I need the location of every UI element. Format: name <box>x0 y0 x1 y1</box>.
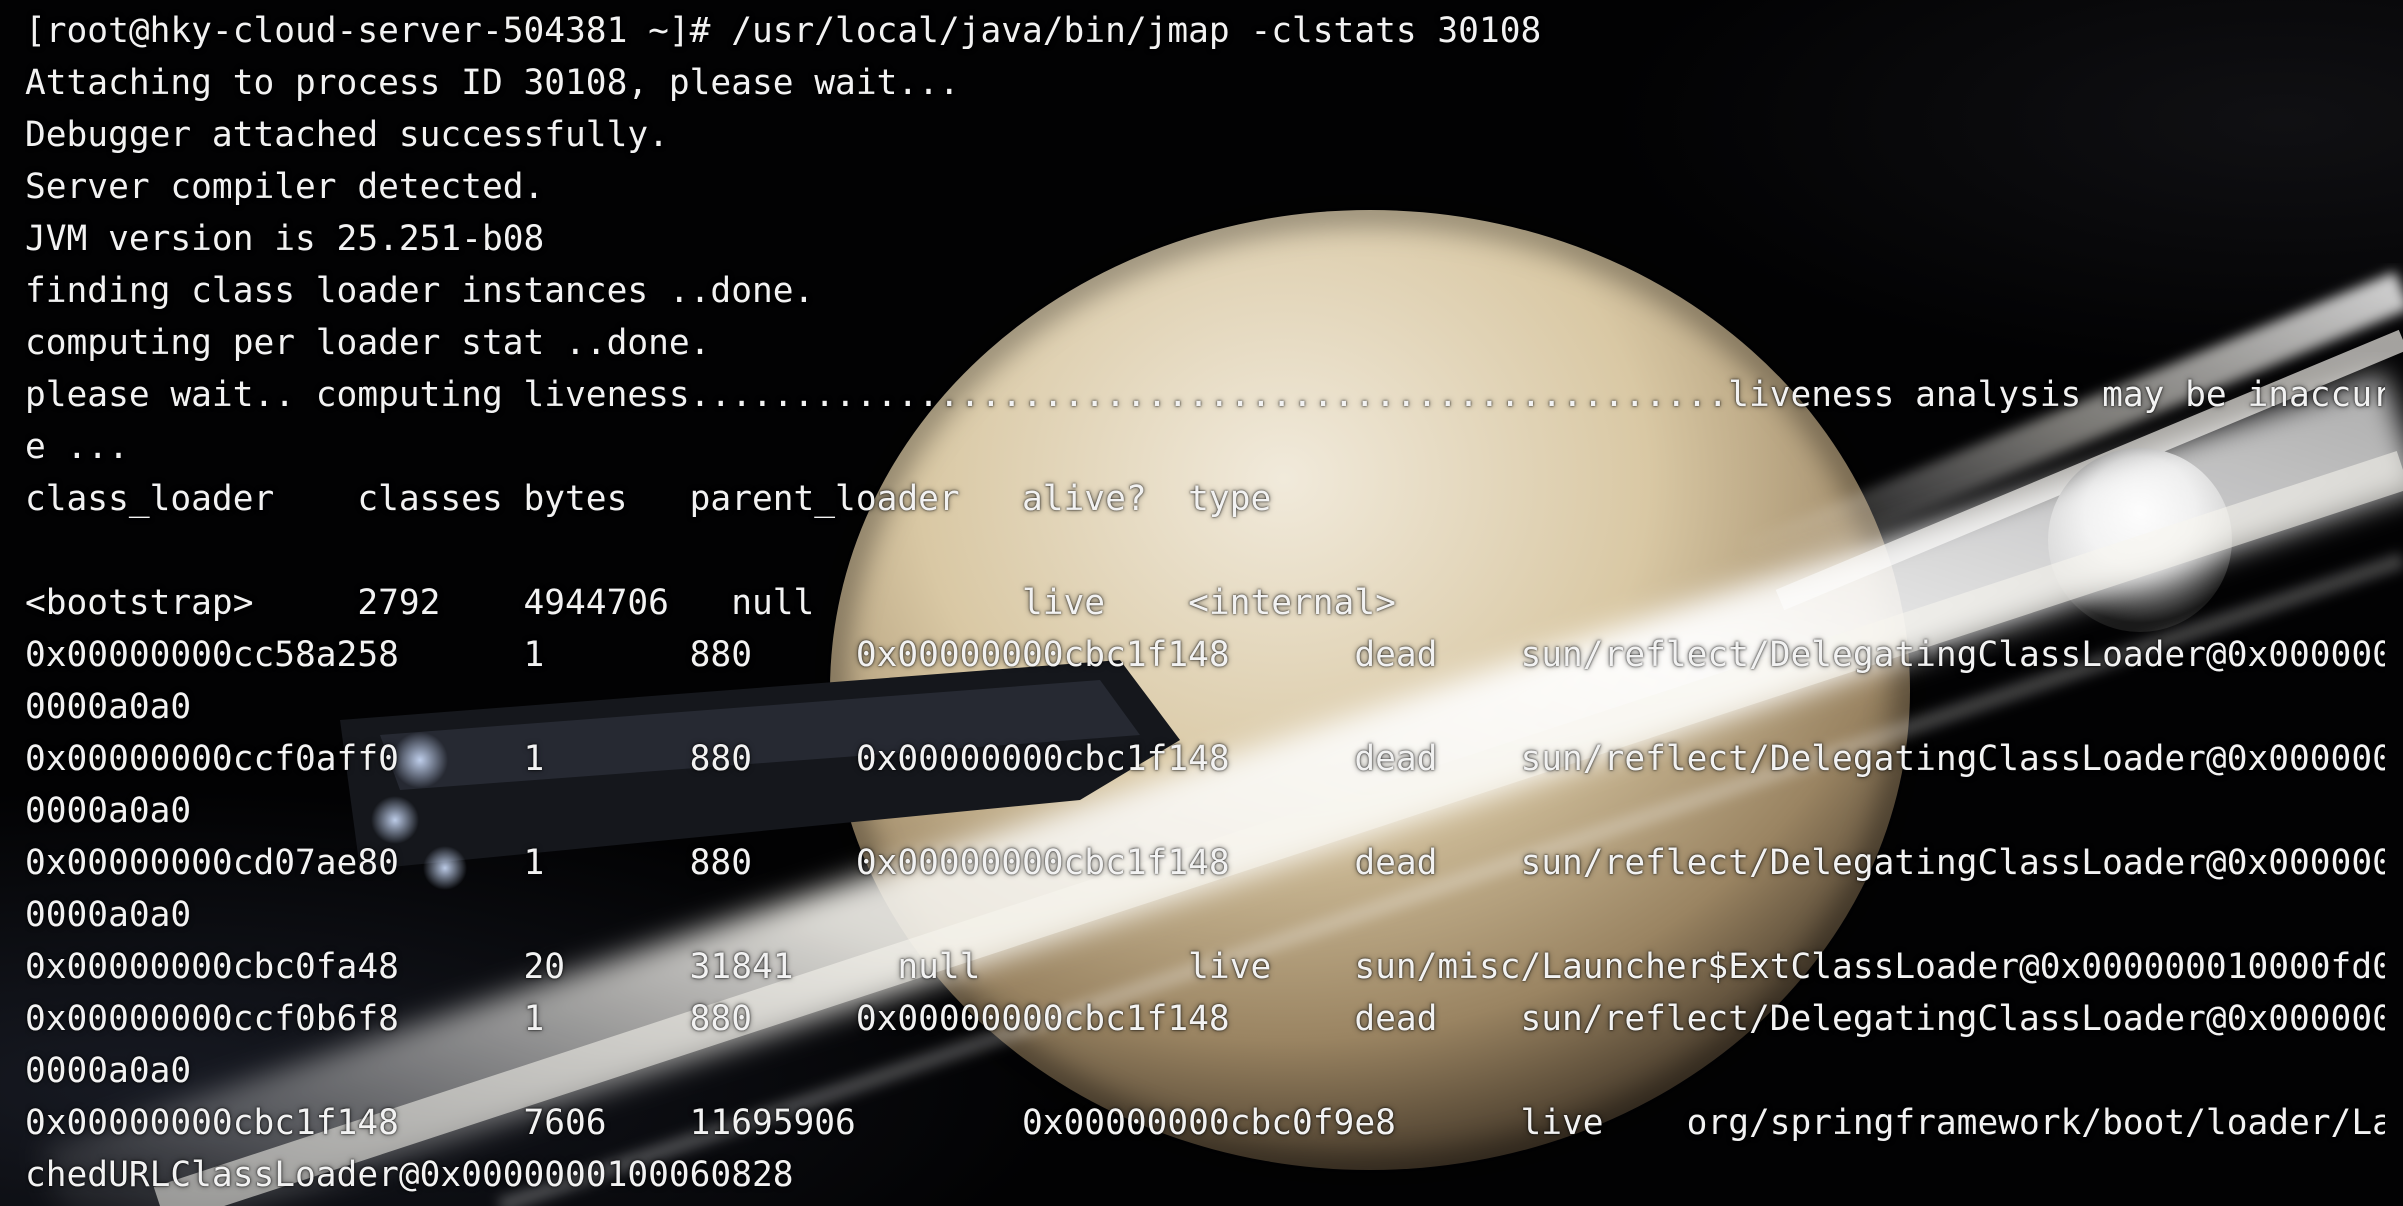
terminal-line: Attaching to process ID 30108, please wa… <box>25 63 960 103</box>
terminal-line: 0000a0a0 <box>25 687 192 727</box>
terminal-line: Server compiler detected. <box>25 167 545 207</box>
terminal-line: computing per loader stat ..done. <box>25 323 711 363</box>
terminal-line: 0x00000000ccf0b6f8 1 880 0x00000000cbc1f… <box>25 999 2385 1039</box>
terminal-line: please wait.. computing liveness........… <box>25 375 2385 415</box>
terminal-line: 0x00000000cd07ae80 1 880 0x00000000cbc1f… <box>25 843 2385 883</box>
terminal-line: 0x00000000cbc0fa48 20 31841 null live su… <box>25 947 2385 987</box>
terminal-line: 0x00000000cc58a258 1 880 0x00000000cbc1f… <box>25 635 2385 675</box>
terminal-line: 0x00000000cbc1f148 7606 11695906 0x00000… <box>25 1103 2385 1143</box>
terminal-line: class_loader classes bytes parent_loader… <box>25 479 1272 519</box>
terminal-line: e ... <box>25 427 129 467</box>
terminal-line: JVM version is 25.251-b08 <box>25 219 545 259</box>
terminal-line: finding class loader instances ..done. <box>25 271 815 311</box>
terminal-line: Debugger attached successfully. <box>25 115 669 155</box>
terminal-line: <bootstrap> 2792 4944706 null live <inte… <box>25 583 1396 623</box>
terminal-line: chedURLClassLoader@0x0000000100060828 <box>25 1155 794 1195</box>
terminal-output[interactable]: [root@hky-cloud-server-504381 ~]# /usr/l… <box>25 5 2385 1195</box>
terminal-line: 0000a0a0 <box>25 791 192 831</box>
terminal-window[interactable]: [root@hky-cloud-server-504381 ~]# /usr/l… <box>0 0 2403 1206</box>
terminal-line: [root@hky-cloud-server-504381 ~]# /usr/l… <box>25 11 1542 51</box>
terminal-line: 0x00000000ccf0aff0 1 880 0x00000000cbc1f… <box>25 739 2385 779</box>
terminal-line: 0000a0a0 <box>25 895 192 935</box>
terminal-line: 0000a0a0 <box>25 1051 192 1091</box>
